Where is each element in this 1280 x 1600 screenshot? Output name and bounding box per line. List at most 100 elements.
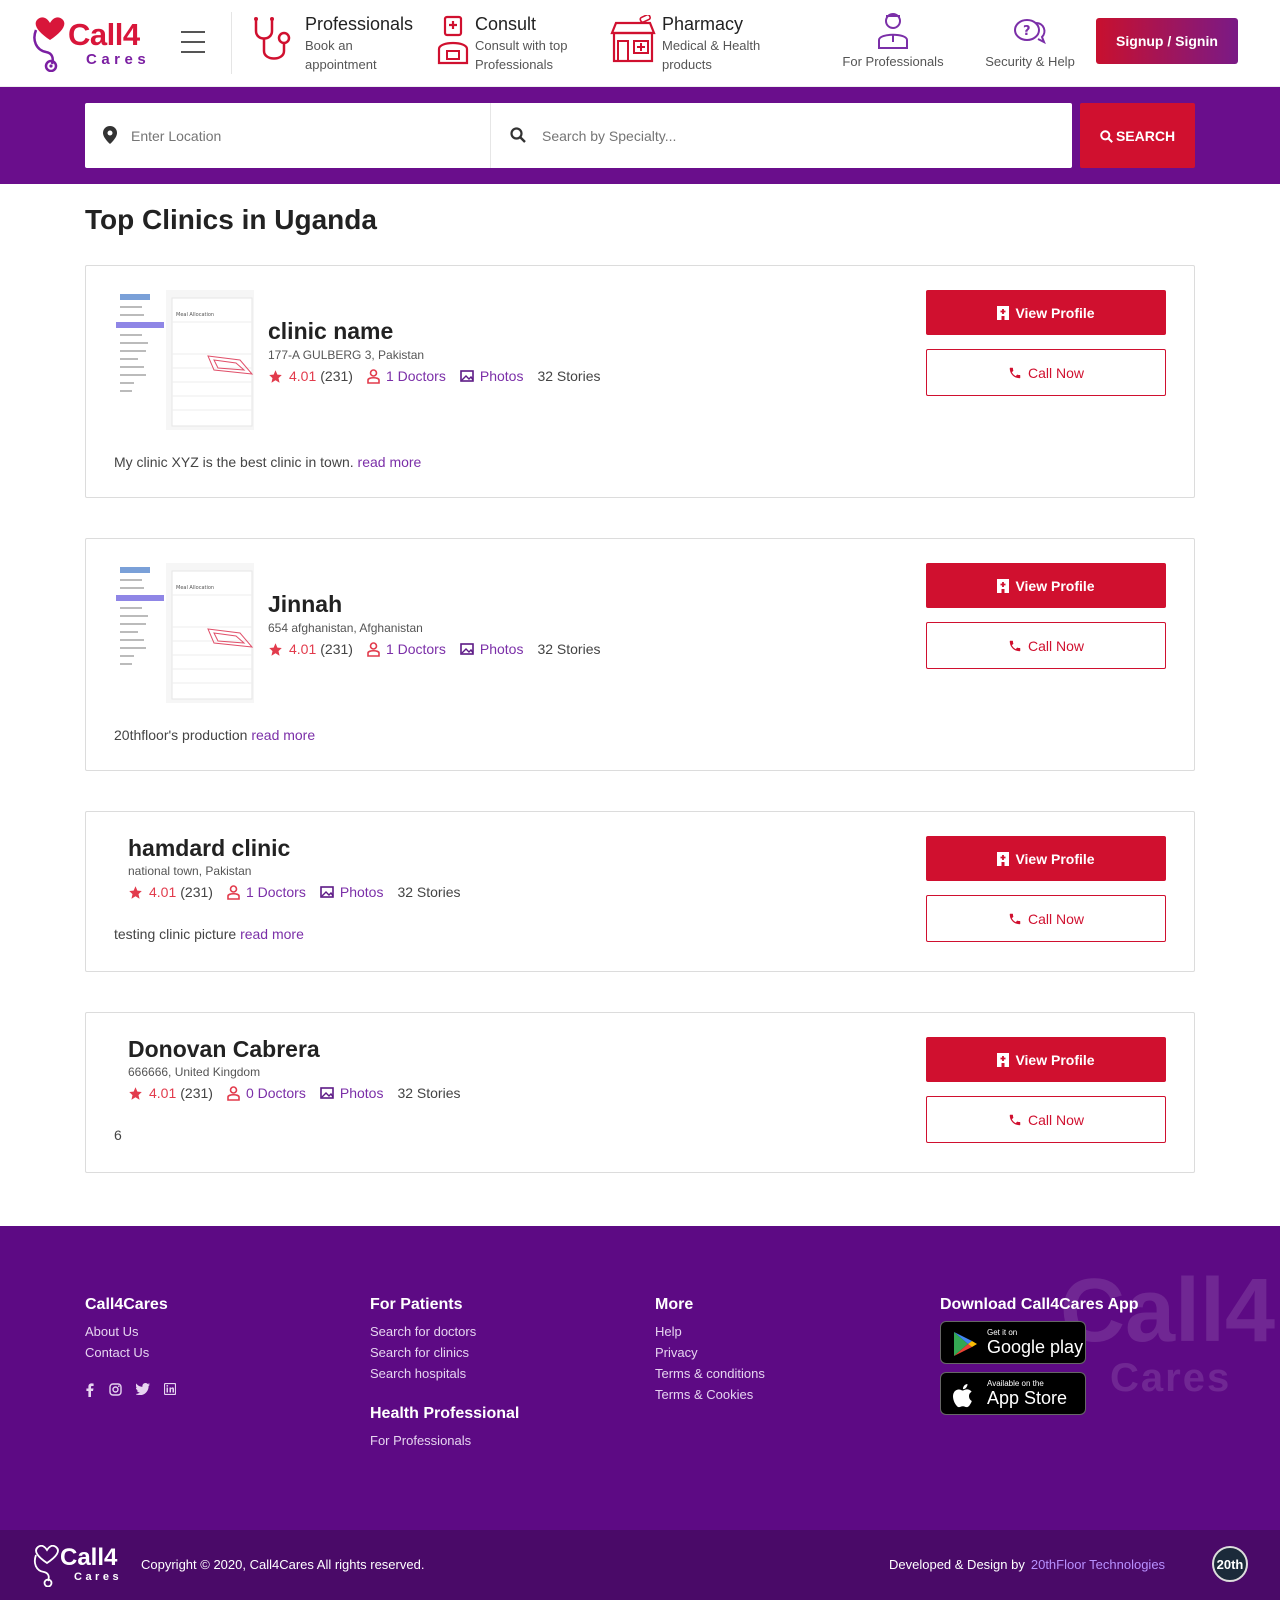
search-divider: [490, 103, 491, 168]
clinic-thumbnail[interactable]: Meal Allocation: [114, 563, 254, 703]
footer-link-terms[interactable]: Terms & conditions: [655, 1363, 765, 1384]
location-input[interactable]: [131, 121, 471, 151]
clinic-card: Meal Allocation Jinnah 654 afghanistan, …: [85, 538, 1195, 771]
clinic-meta: 4.01 (231) 0 Doctors Photos 32 Stories: [128, 1085, 475, 1101]
signup-signin-button[interactable]: Signup / Signin: [1096, 18, 1238, 64]
app-store-button[interactable]: Available on the App Store: [940, 1372, 1086, 1415]
nav-security-help[interactable]: ? Security & Help: [970, 10, 1090, 69]
linkedin-icon[interactable]: [164, 1383, 176, 1395]
view-profile-button[interactable]: View Profile: [926, 290, 1166, 335]
footer-col-title: For Patients: [370, 1296, 463, 1313]
clinic-doctors-link[interactable]: 1 Doctors: [246, 884, 306, 900]
header-divider: [231, 12, 232, 74]
photo-icon: [460, 643, 474, 655]
svg-text:Meal Allocation: Meal Allocation: [176, 585, 214, 591]
call-now-button[interactable]: Call Now: [926, 349, 1166, 396]
footer-col-patients: For Patients Search for doctors Search f…: [370, 1296, 519, 1451]
nav-consult[interactable]: Consult Consult with top Professionals: [435, 12, 595, 74]
footer-link-about[interactable]: About Us: [85, 1321, 176, 1342]
view-profile-button[interactable]: View Profile: [926, 1037, 1166, 1082]
brand-logo[interactable]: Call4 Cares: [30, 16, 155, 74]
footer-link-for-professionals[interactable]: For Professionals: [370, 1430, 519, 1451]
clinic-doctors-link[interactable]: 0 Doctors: [246, 1085, 306, 1101]
hospital-icon: [997, 1052, 1010, 1067]
heart-stethoscope-icon: [33, 17, 65, 72]
clinic-stories[interactable]: 32 Stories: [537, 641, 600, 657]
clinic-name[interactable]: Jinnah: [268, 591, 342, 618]
clinic-stories[interactable]: 32 Stories: [397, 1085, 460, 1101]
hospital-icon: [997, 578, 1010, 593]
clinic-name[interactable]: Donovan Cabrera: [128, 1036, 320, 1063]
google-play-small: Get it on: [987, 1328, 1018, 1337]
clinic-photos-link[interactable]: Photos: [480, 368, 524, 384]
clinic-doctors-link[interactable]: 1 Doctors: [386, 368, 446, 384]
google-play-big: Google play: [987, 1337, 1084, 1357]
developer-link[interactable]: 20thFloor Technologies: [1031, 1557, 1165, 1572]
clinic-description-text: My clinic XYZ is the best clinic in town…: [114, 454, 354, 470]
nav-pharmacy[interactable]: Pharmacy Medical & Health products: [610, 12, 780, 74]
svg-text:Meal Allocation: Meal Allocation: [176, 312, 214, 318]
view-profile-label: View Profile: [1015, 850, 1095, 867]
instagram-icon[interactable]: [109, 1383, 122, 1396]
call-now-label: Call Now: [1027, 1111, 1084, 1128]
clinic-stories[interactable]: 32 Stories: [537, 368, 600, 384]
clinic-stories[interactable]: 32 Stories: [397, 884, 460, 900]
clinic-photos-link[interactable]: Photos: [340, 884, 384, 900]
view-profile-label: View Profile: [1015, 1051, 1095, 1068]
clinic-meta: 4.01 (231) 1 Doctors Photos 32 Stories: [128, 884, 475, 900]
doctor-small-icon: [227, 884, 240, 900]
clinic-description-text: 20thfloor's production: [114, 727, 248, 743]
footer-link-privacy[interactable]: Privacy: [655, 1342, 765, 1363]
nav-pharmacy-sub: Medical & Health products: [662, 38, 761, 72]
clinic-photos-link[interactable]: Photos: [340, 1085, 384, 1101]
clinic-card: Meal Allocation clinic name 177-A GULBER…: [85, 265, 1195, 498]
pharmacy-icon: [610, 15, 656, 63]
twitter-icon[interactable]: [136, 1383, 150, 1395]
clinic-photos-link[interactable]: Photos: [480, 641, 524, 657]
top-header: Call4 Cares Professionals Book an appoin…: [0, 0, 1280, 87]
nav-professionals[interactable]: Professionals Book an appointment: [250, 12, 430, 74]
footer-link-search-doctors[interactable]: Search for doctors: [370, 1321, 519, 1342]
footer-brand-name: Call4: [60, 1544, 118, 1571]
facebook-icon[interactable]: [85, 1383, 95, 1397]
clinic-name[interactable]: hamdard clinic: [128, 835, 290, 862]
page-title: Top Clinics in Uganda: [85, 204, 377, 235]
search-button[interactable]: SEARCH: [1080, 103, 1195, 168]
footer-link-search-clinics[interactable]: Search for clinics: [370, 1342, 519, 1363]
nav-consult-sub: Consult with top Professionals: [475, 38, 568, 72]
clinic-card: hamdard clinic national town, Pakistan 4…: [85, 811, 1195, 972]
clinic-thumbnail[interactable]: Meal Allocation: [114, 290, 254, 430]
read-more-link[interactable]: read more: [240, 926, 304, 942]
footer-link-help[interactable]: Help: [655, 1321, 765, 1342]
view-profile-button[interactable]: View Profile: [926, 836, 1166, 881]
clinic-doctors-link[interactable]: 1 Doctors: [386, 641, 446, 657]
clinic-description-text: 6: [114, 1127, 122, 1143]
menu-icon[interactable]: [181, 31, 206, 53]
clinic-address: 666666, United Kingdom: [128, 1065, 261, 1079]
clinic-name[interactable]: clinic name: [268, 318, 393, 345]
bottom-bar: Call4 Cares Copyright © 2020, Call4Cares…: [0, 1530, 1280, 1600]
footer: Call4 Cares Call4Cares About Us Contact …: [0, 1226, 1280, 1530]
call-now-button[interactable]: Call Now: [926, 622, 1166, 669]
read-more-link[interactable]: read more: [358, 454, 422, 470]
clinic-meta: 4.01 (231) 1 Doctors Photos 32 Stories: [268, 368, 615, 384]
phone-icon: [1009, 367, 1021, 378]
hospital-icon: [997, 305, 1010, 320]
footer-brand-sub: Cares: [74, 1571, 123, 1583]
footer-link-contact[interactable]: Contact Us: [85, 1342, 176, 1363]
footer-link-search-hospitals[interactable]: Search hospitals: [370, 1363, 519, 1384]
nav-for-professionals-label: For Professionals: [842, 54, 944, 69]
footer-col-title: More: [655, 1296, 694, 1313]
call-now-button[interactable]: Call Now: [926, 895, 1166, 942]
clinic-meta: 4.01 (231) 1 Doctors Photos 32 Stories: [268, 641, 615, 657]
specialty-search-input[interactable]: [542, 121, 1042, 151]
google-play-button[interactable]: Get it on Google play: [940, 1321, 1086, 1364]
view-profile-button[interactable]: View Profile: [926, 563, 1166, 608]
footer-logo[interactable]: Call4 Cares: [32, 1545, 137, 1587]
search-band: SEARCH: [0, 87, 1280, 184]
search-button-label: SEARCH: [1115, 127, 1176, 144]
nav-for-professionals[interactable]: For Professionals: [833, 10, 953, 69]
call-now-button[interactable]: Call Now: [926, 1096, 1166, 1143]
footer-link-cookies[interactable]: Terms & Cookies: [655, 1384, 765, 1405]
read-more-link[interactable]: read more: [251, 727, 315, 743]
